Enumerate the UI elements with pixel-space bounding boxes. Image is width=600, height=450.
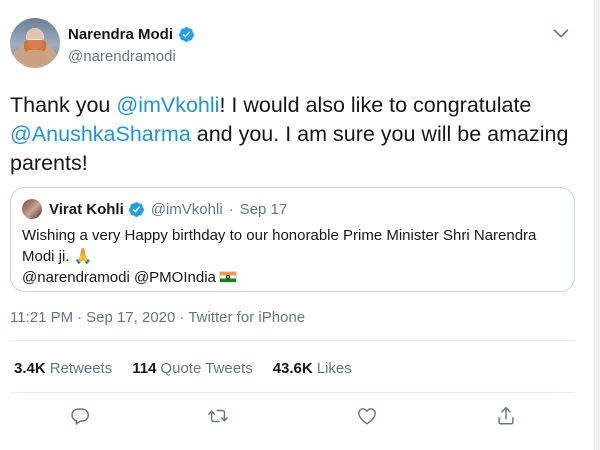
mention-link[interactable]: @AnushkaSharma: [10, 122, 191, 146]
quote-author-name: Virat Kohli: [49, 200, 124, 218]
dot-separator: ·: [179, 309, 185, 326]
tweet-stats: 3.4K Retweets 114 Quote Tweets 43.6K Likes: [14, 360, 352, 377]
quote-avatar: [22, 199, 42, 219]
tweet-date[interactable]: Sep 17, 2020: [86, 309, 175, 326]
likes-stat[interactable]: 43.6K Likes: [273, 360, 352, 377]
divider: [10, 392, 575, 393]
tweet-source[interactable]: Twitter for iPhone: [188, 309, 305, 326]
quoted-tweet[interactable]: Virat Kohli @imVkohli · Sep 17 Wishing a…: [10, 187, 575, 292]
verified-badge-icon: [128, 201, 145, 218]
avatar-hands: [23, 50, 47, 64]
quotes-label: Quote Tweets: [160, 360, 253, 377]
author-avatar[interactable]: [10, 18, 60, 68]
retweets-stat[interactable]: 3.4K Retweets: [14, 360, 112, 377]
quote-header: Virat Kohli @imVkohli · Sep 17: [22, 199, 287, 219]
retweets-label: Retweets: [49, 360, 113, 377]
tweet-text-part: Thank you: [10, 93, 117, 117]
scrollbar-track[interactable]: [594, 0, 600, 450]
likes-count: 43.6K: [272, 360, 313, 377]
share-icon[interactable]: [495, 405, 517, 427]
quote-mentions: @narendramodi @PMOIndia: [22, 269, 216, 286]
quotes-stat[interactable]: 114 Quote Tweets: [132, 360, 252, 377]
author-handle[interactable]: @narendramodi: [68, 48, 176, 65]
chevron-down-icon[interactable]: [550, 22, 572, 44]
likes-label: Likes: [316, 360, 352, 377]
author-name[interactable]: Narendra Modi: [68, 26, 173, 43]
divider: [10, 340, 575, 341]
quote-text-line: Wishing a very Happy birthday to our hon…: [22, 227, 537, 265]
india-flag-icon: [218, 271, 237, 283]
dot-separator: ·: [77, 309, 83, 326]
tweet-text: Thank you @imVkohli! I would also like t…: [10, 91, 580, 178]
like-icon[interactable]: [356, 405, 378, 427]
tweet-timestamp[interactable]: 11:21 PM · Sep 17, 2020 · Twitter for iP…: [10, 309, 305, 326]
tweet-actions: [0, 405, 600, 429]
quote-date: Sep 17: [239, 200, 288, 218]
retweet-icon[interactable]: [207, 405, 229, 427]
retweets-count: 3.4K: [14, 360, 46, 377]
verified-badge-icon: [178, 26, 195, 43]
tweet-time[interactable]: 11:21 PM: [10, 309, 73, 326]
reply-icon[interactable]: [69, 405, 91, 427]
quote-separator: ·: [228, 200, 234, 218]
tweet-header: Narendra Modi @narendramodi: [10, 18, 580, 78]
quote-author-handle: @imVkohli: [150, 200, 223, 218]
author-name-row[interactable]: Narendra Modi: [68, 26, 195, 43]
quotes-count: 114: [132, 360, 157, 377]
quote-text-line: @narendramodi @PMOIndia: [22, 267, 562, 288]
tweet-text-part: ! I would also like to congratulate: [219, 93, 532, 117]
mention-link[interactable]: @imVkohli: [116, 93, 219, 117]
quote-text: Wishing a very Happy birthday to our hon…: [22, 225, 562, 288]
